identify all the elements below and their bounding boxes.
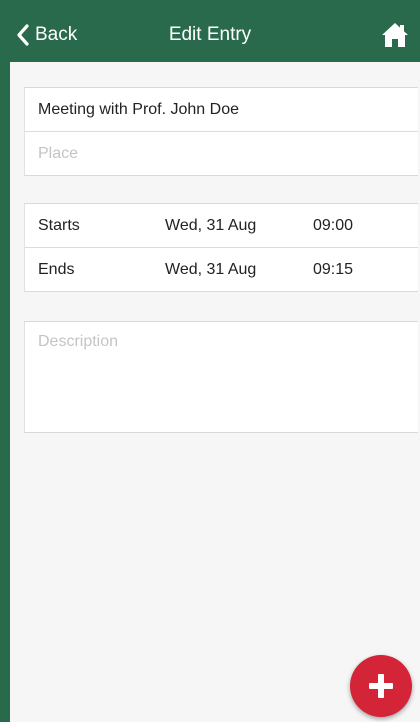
- home-button[interactable]: [380, 20, 410, 50]
- ends-date[interactable]: Wed, 31 Aug: [165, 261, 256, 279]
- description-field[interactable]: Description: [25, 322, 418, 432]
- ends-time[interactable]: 09:15: [313, 261, 353, 279]
- navigation-bar: Back Edit Entry: [10, 0, 420, 62]
- description-group: Description: [24, 321, 418, 433]
- ends-row[interactable]: Ends Wed, 31 Aug 09:15: [25, 248, 418, 291]
- home-icon: [380, 23, 410, 54]
- starts-label: Starts: [38, 217, 80, 234]
- title-field[interactable]: Meeting with Prof. John Doe: [25, 88, 418, 131]
- starts-time[interactable]: 09:00: [313, 217, 353, 235]
- place-field[interactable]: Place: [25, 132, 418, 175]
- back-button[interactable]: Back: [16, 21, 77, 49]
- starts-row[interactable]: Starts Wed, 31 Aug 09:00: [25, 204, 418, 247]
- starts-date[interactable]: Wed, 31 Aug: [165, 217, 256, 235]
- add-button[interactable]: [350, 655, 412, 717]
- title-place-group: Meeting with Prof. John Doe Place: [24, 87, 418, 176]
- ends-label: Ends: [38, 261, 75, 278]
- app-frame: Back Edit Entry Meeting with Prof. John …: [0, 0, 420, 722]
- schedule-group: Starts Wed, 31 Aug 09:00 Ends Wed, 31 Au…: [24, 203, 418, 292]
- chevron-left-icon: [16, 24, 30, 46]
- back-label: Back: [35, 24, 78, 45]
